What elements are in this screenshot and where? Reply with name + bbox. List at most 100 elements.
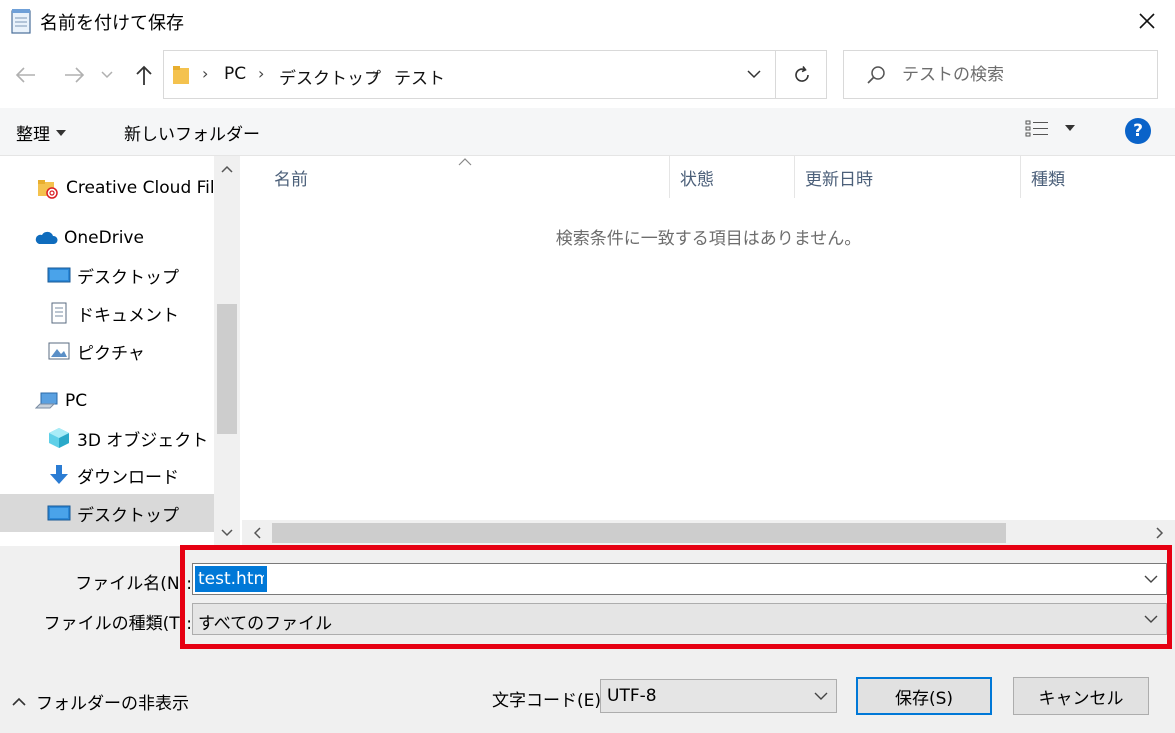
picture-icon bbox=[48, 342, 70, 360]
chevron-left-icon bbox=[253, 527, 261, 539]
hide-folders-button[interactable]: フォルダーの非表示 bbox=[12, 689, 189, 714]
nav-item-documents[interactable]: ドキュメント bbox=[0, 294, 214, 332]
breadcrumb-desktop[interactable]: デスクトップ bbox=[279, 64, 381, 89]
column-header-modified[interactable]: 更新日時 bbox=[795, 156, 1021, 198]
encoding-select[interactable]: UTF-8 bbox=[600, 679, 837, 713]
arrow-up-icon bbox=[136, 65, 152, 85]
encoding-label: 文字コード(E): bbox=[492, 691, 607, 711]
3d-object-icon bbox=[49, 428, 69, 448]
nav-item-onedrive-desktop[interactable]: デスクトップ bbox=[0, 256, 214, 294]
notepad-icon bbox=[11, 9, 31, 34]
chevron-down-icon bbox=[746, 70, 761, 79]
column-header-status[interactable]: 状態 bbox=[670, 156, 795, 198]
scroll-up-arrow[interactable] bbox=[214, 156, 240, 182]
chevron-down-icon bbox=[814, 692, 828, 700]
nav-item-downloads[interactable]: ダウンロード bbox=[0, 456, 214, 494]
help-button[interactable]: ? bbox=[1125, 118, 1151, 144]
chevron-up-icon bbox=[12, 697, 26, 706]
chevron-up-icon bbox=[221, 165, 233, 173]
chevron-right-icon bbox=[1156, 527, 1164, 539]
filetype-select[interactable]: すべてのファイル bbox=[192, 603, 1167, 635]
search-icon bbox=[867, 66, 885, 84]
chevron-down-icon bbox=[1144, 615, 1158, 623]
window-title: 名前を付けて保存 bbox=[40, 13, 184, 34]
new-folder-button[interactable]: 新しいフォルダー bbox=[124, 120, 260, 145]
nav-item-3d-objects[interactable]: 3D オブジェクト bbox=[0, 419, 214, 457]
breadcrumb-separator: › bbox=[372, 64, 379, 83]
up-button[interactable] bbox=[128, 58, 160, 92]
onedrive-cloud-icon bbox=[35, 231, 58, 244]
caret-down-icon bbox=[56, 129, 66, 136]
address-bar[interactable]: › PC › デスクトップ › テスト bbox=[163, 50, 827, 99]
nav-item-label: デスクトップ bbox=[77, 505, 179, 526]
scroll-right-arrow[interactable] bbox=[1147, 520, 1173, 546]
column-header-type[interactable]: 種類 bbox=[1021, 156, 1171, 198]
forward-button[interactable] bbox=[58, 58, 90, 92]
refresh-button[interactable] bbox=[775, 51, 827, 98]
organize-label: 整理 bbox=[16, 125, 50, 145]
pc-icon bbox=[35, 392, 58, 409]
filetype-label: ファイルの種類(T): bbox=[43, 614, 192, 634]
save-button[interactable]: 保存(S) bbox=[856, 677, 992, 715]
cancel-button[interactable]: キャンセル bbox=[1013, 677, 1149, 715]
nav-item-pc[interactable]: PC bbox=[0, 382, 214, 420]
refresh-icon bbox=[794, 65, 809, 82]
encoding-value: UTF-8 bbox=[607, 686, 657, 706]
download-arrow-icon bbox=[50, 465, 68, 484]
scroll-thumb[interactable] bbox=[272, 523, 1006, 543]
caret-down-icon bbox=[1065, 125, 1075, 131]
breadcrumb-test[interactable]: テスト bbox=[394, 64, 445, 89]
nav-item-label: ドキュメント bbox=[77, 305, 179, 326]
navigation-pane[interactable]: Creative Cloud Files OneDrive デスクトップ ドキュ… bbox=[0, 156, 240, 546]
folder-icon bbox=[173, 66, 189, 84]
chevron-down-icon bbox=[221, 529, 233, 537]
filename-combobox[interactable] bbox=[192, 563, 1167, 595]
nav-pane-scrollbar[interactable] bbox=[214, 156, 240, 546]
hide-folders-label: フォルダーの非表示 bbox=[36, 694, 189, 714]
file-list-horizontal-scrollbar[interactable] bbox=[242, 520, 1175, 546]
empty-message: 検索条件に一致する項目はありません。 bbox=[555, 229, 862, 249]
scroll-left-arrow[interactable] bbox=[244, 520, 270, 546]
command-toolbar: 整理 新しいフォルダー bbox=[0, 108, 1175, 156]
nav-item-label: デスクトップ bbox=[77, 267, 179, 288]
file-list[interactable]: 名前 状態 更新日時 種類 検索条件に一致する項目はありません。 bbox=[242, 156, 1175, 522]
back-button[interactable] bbox=[10, 58, 42, 92]
organize-button[interactable]: 整理 bbox=[16, 120, 66, 145]
close-button[interactable] bbox=[1122, 2, 1172, 40]
arrow-right-icon bbox=[65, 67, 85, 83]
chevron-down-icon bbox=[101, 71, 113, 79]
desktop-icon bbox=[47, 505, 71, 521]
chevron-down-icon bbox=[1144, 575, 1158, 583]
recent-locations-button[interactable] bbox=[96, 58, 118, 92]
nav-item-label: ダウンロード bbox=[77, 467, 179, 488]
breadcrumb-pc[interactable]: PC bbox=[224, 64, 246, 84]
creative-cloud-folder-icon bbox=[38, 180, 58, 199]
view-options-button[interactable] bbox=[1025, 119, 1075, 137]
search-box[interactable] bbox=[843, 50, 1158, 99]
nav-item-pictures[interactable]: ピクチャ bbox=[0, 332, 214, 370]
column-label: 更新日時 bbox=[805, 169, 873, 190]
column-label: 状態 bbox=[680, 169, 714, 190]
column-label: 種類 bbox=[1031, 169, 1065, 190]
filename-label: ファイル名(N): bbox=[75, 574, 192, 594]
address-dropdown-button[interactable] bbox=[732, 51, 775, 98]
document-icon bbox=[51, 302, 67, 324]
nav-item-pc-desktop[interactable]: デスクトップ bbox=[0, 494, 214, 532]
column-header-name[interactable]: 名前 bbox=[264, 156, 670, 198]
search-input[interactable] bbox=[902, 61, 1147, 89]
scroll-down-arrow[interactable] bbox=[214, 520, 240, 546]
title-bar: 名前を付けて保存 bbox=[0, 0, 1175, 42]
filename-input[interactable] bbox=[195, 566, 267, 592]
nav-item-label: PC bbox=[65, 391, 88, 411]
details-view-icon bbox=[1025, 120, 1048, 137]
nav-item-label: OneDrive bbox=[64, 228, 144, 248]
nav-item-onedrive[interactable]: OneDrive bbox=[0, 219, 214, 257]
filetype-value: すべてのファイル bbox=[198, 614, 333, 634]
nav-item-label: Creative Cloud Files bbox=[66, 178, 214, 198]
scroll-thumb[interactable] bbox=[217, 304, 237, 434]
breadcrumb-separator: › bbox=[202, 64, 209, 83]
nav-item-creative-cloud[interactable]: Creative Cloud Files bbox=[0, 169, 214, 207]
column-label: 名前 bbox=[274, 169, 308, 190]
nav-item-label: ピクチャ bbox=[77, 343, 145, 364]
nav-item-label: 3D オブジェクト bbox=[77, 430, 209, 451]
